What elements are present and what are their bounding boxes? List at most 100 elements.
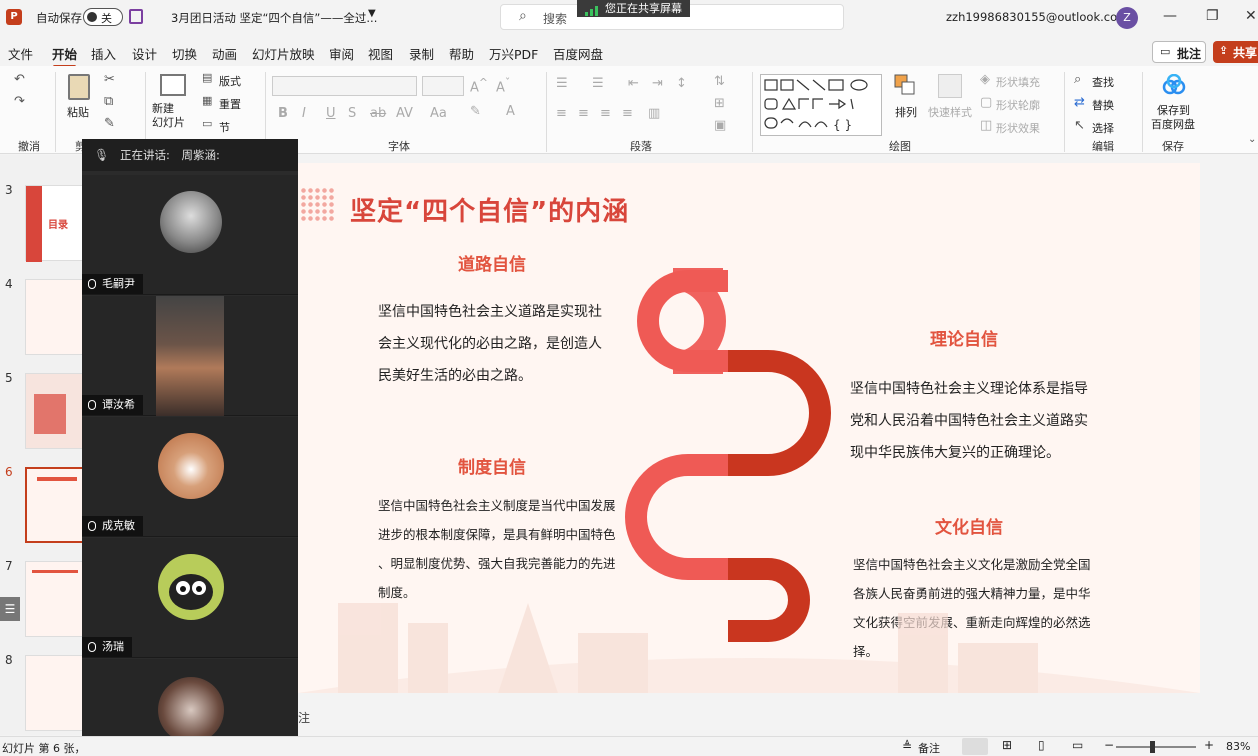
highlight-icon[interactable]: ✎ xyxy=(470,104,481,119)
slide-thumbnail-8[interactable] xyxy=(25,655,85,731)
slide-thumbnail-5[interactable] xyxy=(25,373,85,449)
autosave-toggle[interactable]: 关 xyxy=(83,8,123,26)
shape-fill-label[interactable]: 形状填充 xyxy=(996,74,1040,90)
thumbnail-list-icon[interactable]: ☰ xyxy=(0,597,20,621)
arrange-label[interactable]: 排列 xyxy=(895,104,917,120)
baidu-label[interactable]: 百度网盘 xyxy=(1151,116,1195,132)
normal-view-icon[interactable] xyxy=(962,738,988,755)
chevron-down-icon[interactable]: ▼ xyxy=(368,8,376,19)
numbering-icon[interactable]: ☰ xyxy=(592,76,604,91)
notes-pane[interactable]: 注 xyxy=(298,700,1258,732)
slideshow-icon[interactable]: ▭ xyxy=(1072,738,1083,752)
underline-icon[interactable]: U xyxy=(326,106,336,121)
participant-tile[interactable]: 汤瑞 xyxy=(82,538,298,658)
layout-label[interactable]: 版式 xyxy=(219,73,241,89)
zoom-out-icon[interactable]: − xyxy=(1104,738,1114,752)
zoom-level[interactable]: 83% xyxy=(1226,740,1250,753)
participant-tile[interactable]: 谭汝希 xyxy=(82,296,298,416)
shape-outline-icon[interactable]: ▢ xyxy=(980,95,992,110)
align-left-icon[interactable]: ≡ xyxy=(556,106,567,121)
notes-icon[interactable]: ≜ xyxy=(902,739,912,753)
align-right-icon[interactable]: ≡ xyxy=(600,106,611,121)
tab-slideshow[interactable]: 幻灯片放映 xyxy=(252,44,315,63)
tab-insert[interactable]: 插入 xyxy=(91,44,116,63)
font-color-icon[interactable]: A xyxy=(506,104,515,119)
close-icon[interactable]: ✕ xyxy=(1245,8,1257,24)
shape-effects-icon[interactable]: ◫ xyxy=(980,118,992,133)
slide-thumbnail-3[interactable]: 目录 xyxy=(25,185,85,262)
paste-label[interactable]: 粘贴 xyxy=(67,104,89,120)
shape-effects-label[interactable]: 形状效果 xyxy=(996,120,1040,136)
baidu-cloud-icon[interactable] xyxy=(1162,73,1186,96)
increase-font-icon[interactable]: A^ xyxy=(470,76,488,95)
find-icon[interactable]: ⌕ xyxy=(1074,72,1081,87)
shadow-icon[interactable]: S xyxy=(348,106,356,121)
redo-icon[interactable]: ↷ xyxy=(14,94,25,109)
columns-icon[interactable]: ▥ xyxy=(648,106,660,121)
new-slide-icon[interactable] xyxy=(160,74,186,96)
tab-transitions[interactable]: 切换 xyxy=(172,44,197,63)
tab-record[interactable]: 录制 xyxy=(409,44,434,63)
tab-design[interactable]: 设计 xyxy=(132,44,157,63)
align-text-icon[interactable]: ⊞ xyxy=(714,96,725,111)
minimize-icon[interactable]: — xyxy=(1163,8,1177,24)
tab-wondershare-pdf[interactable]: 万兴PDF xyxy=(489,44,538,63)
tab-file[interactable]: 文件 xyxy=(8,44,33,63)
bold-icon[interactable]: B xyxy=(278,106,288,121)
cut-icon[interactable]: ✂ xyxy=(104,72,115,87)
comments-button[interactable]: ▭ 批注 xyxy=(1152,41,1206,63)
smartart-icon[interactable]: ▣ xyxy=(714,118,726,133)
tab-animations[interactable]: 动画 xyxy=(212,44,237,63)
save-icon[interactable] xyxy=(129,9,143,24)
reset-icon[interactable]: ▦ xyxy=(202,94,212,107)
layout-icon[interactable]: ▤ xyxy=(202,71,212,84)
notes-button[interactable]: 备注 xyxy=(918,740,940,756)
slide-sorter-icon[interactable]: ⊞ xyxy=(1002,738,1012,752)
tab-baidu-netdisk[interactable]: 百度网盘 xyxy=(553,44,603,63)
italic-icon[interactable]: I xyxy=(302,106,306,121)
decrease-indent-icon[interactable]: ⇤ xyxy=(628,76,639,91)
strikethrough-icon[interactable]: ab xyxy=(370,106,386,121)
increase-indent-icon[interactable]: ⇥ xyxy=(652,76,663,91)
change-case-icon[interactable]: Aa xyxy=(430,106,447,121)
slide-thumbnail-4[interactable] xyxy=(25,279,85,355)
find-label[interactable]: 查找 xyxy=(1092,74,1114,90)
select-label[interactable]: 选择 xyxy=(1092,120,1114,136)
slide-thumbnail-6[interactable] xyxy=(25,467,85,543)
participant-tile[interactable]: 成克敏 xyxy=(82,417,298,537)
font-name-combo[interactable] xyxy=(272,76,417,96)
font-size-combo[interactable] xyxy=(422,76,464,96)
replace-icon[interactable]: ⇄ xyxy=(1074,95,1085,110)
shape-fill-icon[interactable]: ◈ xyxy=(980,72,990,87)
format-painter-icon[interactable]: ✎ xyxy=(104,116,115,131)
undo-icon[interactable]: ↶ xyxy=(14,72,25,87)
justify-icon[interactable]: ≡ xyxy=(622,106,633,121)
tab-view[interactable]: 视图 xyxy=(368,44,393,63)
notes-placeholder[interactable]: 注 xyxy=(298,709,310,726)
char-spacing-icon[interactable]: AV xyxy=(396,106,413,121)
share-button[interactable]: ⇪ 共享 xyxy=(1213,41,1258,63)
slide-thumbnail-7[interactable] xyxy=(25,561,85,637)
shape-outline-label[interactable]: 形状轮廓 xyxy=(996,97,1040,113)
participant-tile[interactable]: 毛嗣尹 xyxy=(82,175,298,295)
select-icon[interactable]: ↖ xyxy=(1074,118,1085,133)
quick-styles-label[interactable]: 快速样式 xyxy=(928,104,972,120)
shapes-gallery[interactable]: { } xyxy=(760,74,882,136)
quick-styles-icon[interactable] xyxy=(938,74,962,98)
document-title[interactable]: 3月团日活动 坚定“四个自信”——全过... xyxy=(171,10,377,26)
collapse-ribbon-icon[interactable]: ⌄ xyxy=(1248,134,1256,145)
paste-icon[interactable] xyxy=(68,74,90,100)
new-slide-label[interactable]: 新建 幻灯片 xyxy=(152,102,185,130)
bullets-icon[interactable]: ☰ xyxy=(556,76,568,91)
text-direction-icon[interactable]: ⇅ xyxy=(714,74,725,89)
slide-canvas[interactable]: 坚定“四个自信”的内涵 道路自信 坚信中国特色社会主义道路是实现社 会主义现代化… xyxy=(298,163,1200,693)
section-icon[interactable]: ▭ xyxy=(202,117,212,130)
screen-sharing-banner[interactable]: 您正在共享屏幕 xyxy=(577,0,690,17)
section-label[interactable]: 节 xyxy=(219,119,230,135)
zoom-slider[interactable] xyxy=(1116,741,1196,753)
reset-label[interactable]: 重置 xyxy=(219,96,241,112)
replace-label[interactable]: 替换 xyxy=(1092,97,1114,113)
tab-help[interactable]: 帮助 xyxy=(449,44,474,63)
copy-icon[interactable]: ⧉ xyxy=(104,94,113,109)
avatar[interactable]: Z xyxy=(1116,7,1138,29)
